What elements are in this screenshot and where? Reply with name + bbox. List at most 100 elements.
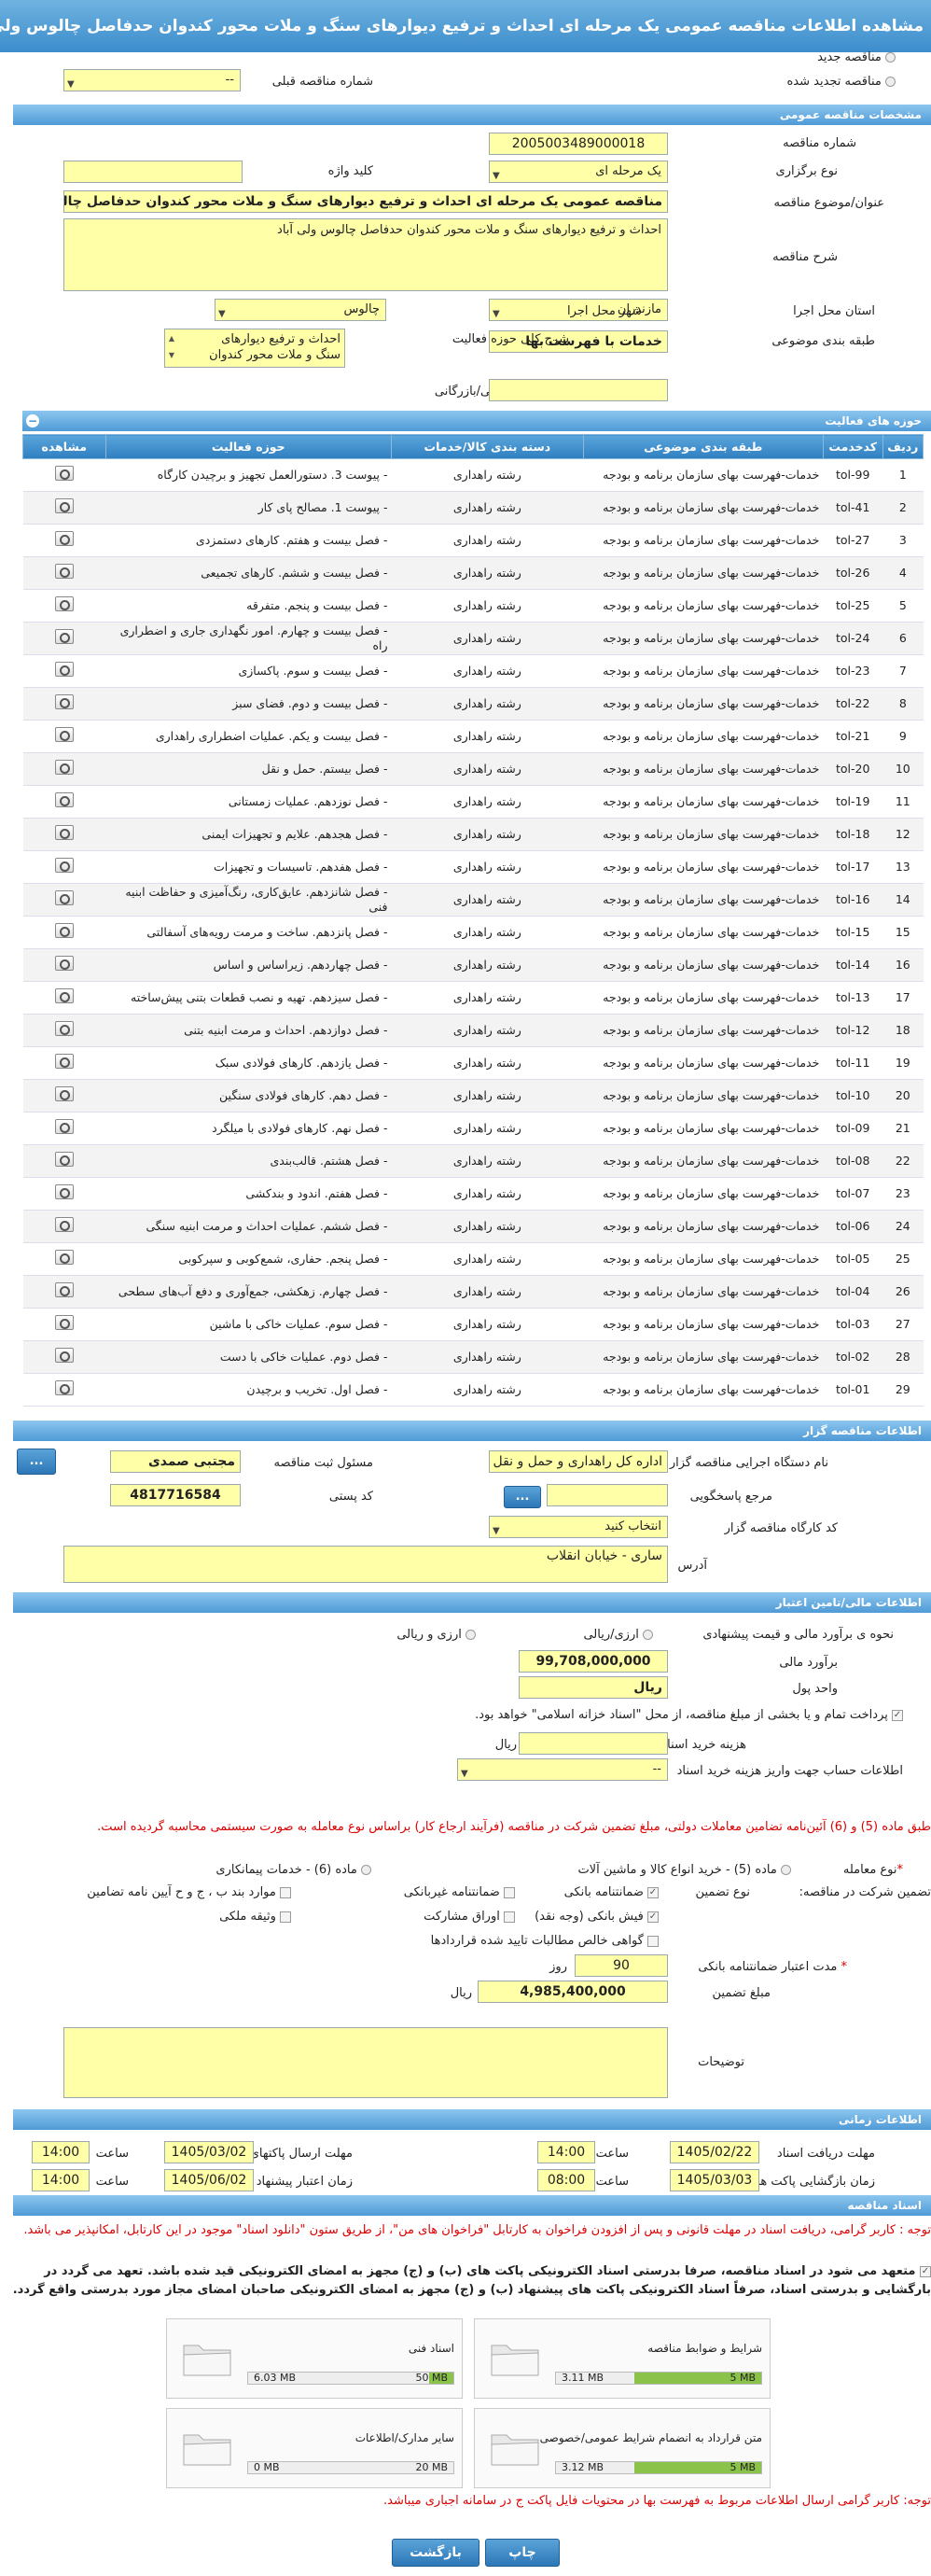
doc-cost-field[interactable] — [519, 1732, 668, 1755]
g4-checkbox[interactable]: ✓ فیش بانکی (وجه نقد) — [535, 1910, 659, 1924]
file-box[interactable]: شرایط و ضوابط مناقصه 3.11 MB 5 MB — [474, 2318, 771, 2399]
receive-time-field[interactable]: 14:00 — [537, 2141, 595, 2163]
deal-opt1[interactable]: ماده (5) - خرید انواع کالا و ماشین آلات — [577, 1863, 791, 1877]
workshop-select[interactable]: انتخاب کنید ▼ — [489, 1516, 668, 1538]
table-cell: رشته راهداری — [391, 1275, 584, 1309]
view-icon[interactable] — [54, 1217, 74, 1232]
type-select[interactable]: یک مرحله ای ▼ — [489, 161, 668, 183]
keyword-field[interactable] — [63, 161, 243, 183]
view-icon[interactable] — [54, 1348, 74, 1363]
view-icon[interactable] — [54, 629, 74, 644]
device-field[interactable]: اداره کل راهداری و حمل و نقل جاده ای است… — [489, 1450, 668, 1473]
subject-field[interactable]: مناقصه عمومی یک مرحله ای احداث و ترفیع د… — [63, 190, 668, 213]
description-field[interactable]: احداث و ترفیع دیوارهای سنگ و ملات محور ک… — [63, 218, 668, 291]
radio-icon[interactable] — [885, 77, 896, 87]
g6-checkbox[interactable]: وثیقه ملکی — [219, 1910, 291, 1924]
receive-date-field[interactable]: 1405/02/22 — [670, 2141, 759, 2163]
city-select[interactable]: چالوس ▼ — [215, 299, 386, 321]
checkbox-icon[interactable]: ✓ — [920, 2265, 931, 2277]
checkbox-icon[interactable]: ✓ — [647, 1911, 659, 1923]
print-button[interactable]: چاپ — [485, 2539, 560, 2567]
checkbox-icon[interactable]: ✓ — [892, 1709, 903, 1721]
radio-rial[interactable]: ارزی/ریالی — [583, 1628, 653, 1642]
view-icon[interactable] — [54, 1282, 74, 1297]
checkbox-icon[interactable] — [504, 1911, 515, 1923]
view-icon[interactable] — [54, 988, 74, 1003]
postal-field[interactable]: 4817716584 — [110, 1484, 241, 1506]
radio-icon[interactable] — [885, 52, 896, 63]
send-date-field[interactable]: 1405/03/02 — [164, 2141, 254, 2163]
file-box[interactable]: متن قرارداد به انضمام شرایط عمومی/خصوصی 3… — [474, 2408, 771, 2488]
scope-list[interactable]: احداث و ترفیع دیوارهای سنگ و ملات محور ک… — [164, 329, 345, 368]
estimate-amount-field[interactable]: 99,708,000,000 — [519, 1650, 668, 1673]
view-icon[interactable] — [54, 1250, 74, 1265]
open-date-field[interactable]: 1405/03/03 — [670, 2169, 759, 2191]
valid-date-field[interactable]: 1405/06/02 — [164, 2169, 254, 2191]
g3-checkbox[interactable]: موارد بند ب ، ج و ح آیین نامه تضامین — [87, 1885, 291, 1899]
radio-icon[interactable] — [361, 1865, 371, 1875]
currency-field[interactable]: ریال — [519, 1676, 668, 1699]
view-icon[interactable] — [54, 923, 74, 938]
view-icon[interactable] — [54, 694, 74, 709]
tender-number-field[interactable]: 2005003489000018 — [489, 133, 668, 155]
view-icon[interactable] — [54, 760, 74, 775]
reference-more-button[interactable]: ... — [504, 1486, 541, 1508]
open-hour-field[interactable]: 08:00 — [537, 2169, 595, 2191]
file-box[interactable]: اسناد فنی 6.03 MB 50 MB — [166, 2318, 463, 2399]
g2-checkbox[interactable]: ضمانتنامه غیربانکی — [404, 1885, 515, 1899]
radio-icon[interactable] — [466, 1630, 476, 1640]
view-icon[interactable] — [54, 531, 74, 546]
valid-hour-field[interactable]: 14:00 — [32, 2169, 90, 2191]
guarantee-amount-field[interactable]: 4,985,400,000 — [478, 1981, 668, 2003]
min-score-field[interactable] — [489, 379, 668, 401]
treasury-checkbox[interactable]: ✓ پرداخت تمام و یا بخشی از مبلغ مناقصه، … — [26, 1708, 903, 1722]
view-icon[interactable] — [54, 825, 74, 840]
reference-field[interactable] — [547, 1484, 668, 1506]
view-icon[interactable] — [54, 1315, 74, 1330]
checkbox-icon[interactable] — [280, 1911, 291, 1923]
view-icon[interactable] — [54, 727, 74, 742]
view-icon[interactable] — [54, 1021, 74, 1036]
back-button[interactable]: بازگشت — [392, 2539, 479, 2567]
view-icon[interactable] — [54, 1086, 74, 1101]
send-time-field[interactable]: 14:00 — [32, 2141, 90, 2163]
account-select[interactable]: -- ▼ — [457, 1758, 668, 1781]
view-icon[interactable] — [54, 498, 74, 513]
view-icon[interactable] — [54, 1054, 74, 1069]
radio-renew[interactable]: مناقصه تجدید شده — [786, 75, 896, 89]
view-icon[interactable] — [54, 792, 74, 807]
view-icon[interactable] — [54, 564, 74, 579]
g7-checkbox[interactable]: گواهی خالص مطالبات تایید شده قراردادها — [431, 1934, 659, 1948]
view-icon[interactable] — [54, 466, 74, 481]
checkbox-icon[interactable] — [647, 1935, 659, 1947]
radio-icon[interactable] — [643, 1630, 653, 1640]
view-icon[interactable] — [54, 858, 74, 873]
radio-fx[interactable]: ارزی و ریالی — [396, 1628, 476, 1642]
deal-opt2[interactable]: ماده (6) - خدمات پیمانکاری — [215, 1863, 371, 1877]
view-icon[interactable] — [54, 662, 74, 677]
validity-field[interactable]: 90 — [575, 1954, 668, 1977]
view-icon[interactable] — [54, 890, 74, 905]
registrar-more-button[interactable]: ... — [17, 1449, 56, 1475]
scroll-arrows-icon[interactable]: ▲ ▼ — [166, 330, 177, 366]
checkbox-icon[interactable] — [280, 1886, 291, 1898]
radio-new[interactable]: مناقصه جدید — [817, 50, 896, 64]
radio-icon[interactable] — [781, 1865, 791, 1875]
address-field[interactable]: ساری - خیابان انقلاب — [63, 1546, 668, 1583]
view-icon[interactable] — [54, 956, 74, 971]
view-icon[interactable] — [54, 1184, 74, 1199]
checkbox-icon[interactable] — [504, 1886, 515, 1898]
view-icon[interactable] — [54, 1119, 74, 1134]
checkbox-icon[interactable]: ✓ — [647, 1886, 659, 1898]
g1-checkbox[interactable]: ✓ ضمانتنامه بانکی — [564, 1885, 659, 1899]
view-icon[interactable] — [54, 1152, 74, 1167]
notes-field[interactable] — [63, 2027, 668, 2098]
docs-commitment[interactable]: ✓ متعهد می شود در اسناد مناقصه، صرفا بدر… — [7, 2262, 931, 2300]
collapse-icon[interactable]: − — [26, 414, 39, 427]
g5-checkbox[interactable]: اوراق مشارکت — [424, 1910, 515, 1924]
prev-number-select[interactable]: -- ▼ — [63, 69, 241, 91]
file-box[interactable]: سایر مدارک/اطلاعات 0 MB 20 MB — [166, 2408, 463, 2488]
view-icon[interactable] — [54, 1380, 74, 1395]
registrar-field[interactable]: مجتبی صمدی — [110, 1450, 241, 1473]
view-icon[interactable] — [54, 596, 74, 611]
